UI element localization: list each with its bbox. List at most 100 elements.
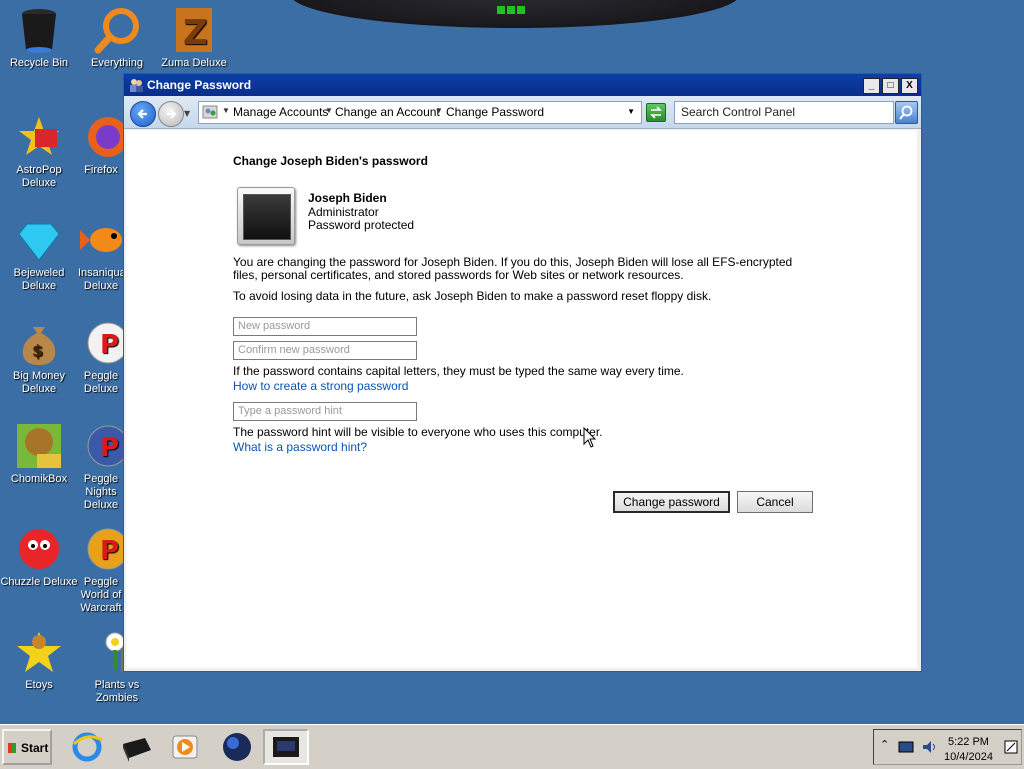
recent-pages-dropdown[interactable]: ▼	[184, 109, 190, 118]
strong-password-link[interactable]: How to create a strong password	[233, 379, 408, 393]
content-pane: Change Joseph Biden's password Joseph Bi…	[126, 130, 917, 668]
title-bar[interactable]: Change Password _ □ X	[124, 74, 921, 96]
back-arrow-icon	[137, 109, 147, 119]
hint-note: The password hint will be visible to eve…	[233, 425, 603, 439]
user-name: Joseph Biden	[308, 191, 387, 205]
control-panel-icon	[202, 105, 218, 119]
chevron-down-icon[interactable]: ▼	[627, 107, 635, 116]
svg-text:P: P	[100, 330, 119, 360]
media-box-icon[interactable]	[119, 730, 153, 764]
chevron-right-icon[interactable]: ▼	[435, 106, 443, 115]
breadcrumb-change-account[interactable]: Change an Account	[335, 105, 440, 119]
desktop-icon-astropop[interactable]: AstroPop Deluxe	[0, 113, 78, 190]
clock-date: 10/4/2024	[944, 751, 993, 763]
refresh-icon	[650, 106, 662, 119]
desktop-icon-peggle[interactable]: P Peggle Deluxe	[78, 319, 124, 396]
fish-icon	[78, 216, 124, 264]
chevron-up-icon[interactable]: ⌃	[880, 738, 889, 751]
peggle-nights-icon: P	[78, 422, 124, 470]
globe-icon[interactable]	[220, 730, 254, 764]
svg-text:P: P	[100, 433, 119, 463]
control-panel-window-icon	[273, 737, 299, 757]
clock[interactable]: 5:22 PM 10/4/2024	[944, 735, 993, 765]
start-button[interactable]: Start	[2, 729, 52, 765]
search-input[interactable]: Search Control Panel	[674, 101, 894, 124]
action-center-icon[interactable]	[1004, 740, 1018, 754]
desktop-icon-firefox[interactable]: Firefox	[78, 113, 124, 177]
media-player-icon[interactable]	[168, 730, 202, 764]
desktop-icon-chomikbox[interactable]: ChomikBox	[0, 422, 78, 486]
address-bar: ▼ ▼ Manage Accounts ▼ Change an Account …	[124, 96, 921, 129]
search-button[interactable]	[895, 101, 918, 124]
refresh-button[interactable]	[646, 103, 666, 122]
system-tray: ⌃ 5:22 PM 10/4/2024	[873, 729, 1022, 765]
desktop-icon-peggle-wow[interactable]: P Peggle World of Warcraft	[78, 525, 124, 615]
breadcrumb-manage-accounts[interactable]: Manage Accounts	[233, 105, 328, 119]
chevron-right-icon[interactable]: ▼	[222, 106, 230, 115]
dock-indicator	[507, 6, 515, 14]
password-hint-link[interactable]: What is a password hint?	[233, 440, 367, 454]
svg-text:P: P	[100, 536, 119, 566]
change-password-button[interactable]: Change password	[613, 491, 730, 513]
breadcrumb[interactable]: ▼ Manage Accounts ▼ Change an Account ▼ …	[198, 101, 642, 124]
desktop-icon-bejeweled[interactable]: Bejeweled Deluxe	[0, 216, 78, 293]
search-icon	[899, 105, 913, 120]
desktop-icon-etoys[interactable]: Etoys	[0, 628, 78, 692]
peggle-icon: P	[78, 319, 124, 367]
magnifier-icon	[93, 6, 141, 54]
window-title: Change Password	[147, 78, 252, 92]
internet-explorer-icon[interactable]	[70, 730, 104, 764]
warning-text: You are changing the password for Joseph…	[233, 255, 793, 282]
network-icon[interactable]	[898, 740, 914, 754]
password-hint-field[interactable]: Type a password hint	[233, 402, 417, 421]
firefox-icon	[78, 113, 124, 161]
diamond-icon	[15, 216, 63, 264]
peggle-wow-icon: P	[78, 525, 124, 573]
breadcrumb-change-password[interactable]: Change Password	[446, 105, 544, 119]
forward-arrow-icon	[167, 109, 177, 119]
chevron-right-icon[interactable]: ▼	[325, 106, 333, 115]
money-bag-icon: $	[15, 319, 63, 367]
user-role: Administrator	[308, 205, 379, 219]
avatar	[237, 187, 295, 245]
user-picture	[243, 194, 291, 240]
windows-flag-icon	[8, 743, 16, 753]
svg-text:Z: Z	[183, 13, 208, 53]
astropop-icon	[15, 113, 63, 161]
desktop-icon-chuzzle[interactable]: Chuzzle Deluxe	[0, 525, 78, 589]
change-password-window: Change Password _ □ X ▼ ▼ Manage Accounts …	[123, 73, 922, 672]
clock-time: 5:22 PM	[947, 736, 989, 748]
maximize-button[interactable]: □	[882, 78, 899, 94]
close-button[interactable]: X	[901, 78, 918, 94]
zuma-icon: Z	[170, 6, 218, 54]
desktop-icon-big-money[interactable]: $ Big Money Deluxe	[0, 319, 78, 396]
taskbar: Start ⌃ 5:22 PM 10/4/2024	[0, 724, 1024, 769]
dock-indicator	[517, 6, 525, 14]
chomikbox-icon	[15, 422, 63, 470]
chuzzle-icon	[15, 525, 63, 573]
mouse-cursor-icon	[583, 427, 597, 448]
desktop-icon-insaniquarium[interactable]: Insaniquarium Deluxe	[78, 216, 124, 293]
users-icon	[130, 79, 143, 92]
desktop-icon-zuma[interactable]: Z Zuma Deluxe	[155, 6, 233, 70]
page-title: Change Joseph Biden's password	[233, 154, 428, 168]
top-dock	[290, 0, 740, 28]
svg-text:$: $	[32, 341, 43, 360]
control-panel-taskbar-button[interactable]	[263, 729, 309, 765]
desktop-icon-recycle-bin[interactable]: Recycle Bin	[0, 6, 78, 70]
confirm-password-field[interactable]: Confirm new password	[233, 341, 417, 360]
etoys-icon	[15, 628, 63, 676]
recycle-bin-icon	[15, 6, 63, 54]
cancel-button[interactable]: Cancel	[737, 491, 813, 513]
user-status: Password protected	[308, 218, 415, 232]
desktop-icon-peggle-nights[interactable]: P Peggle Nights Deluxe	[78, 422, 124, 512]
back-button[interactable]	[130, 101, 156, 127]
advice-text: To avoid losing data in the future, ask …	[233, 289, 712, 303]
minimize-button[interactable]: _	[863, 78, 880, 94]
forward-button[interactable]	[158, 101, 184, 127]
desktop-icon-everything[interactable]: Everything	[78, 6, 156, 70]
dock-indicator	[497, 6, 505, 14]
volume-icon[interactable]	[921, 739, 937, 755]
new-password-field[interactable]: New password	[233, 317, 417, 336]
caps-note: If the password contains capital letters…	[233, 364, 684, 378]
